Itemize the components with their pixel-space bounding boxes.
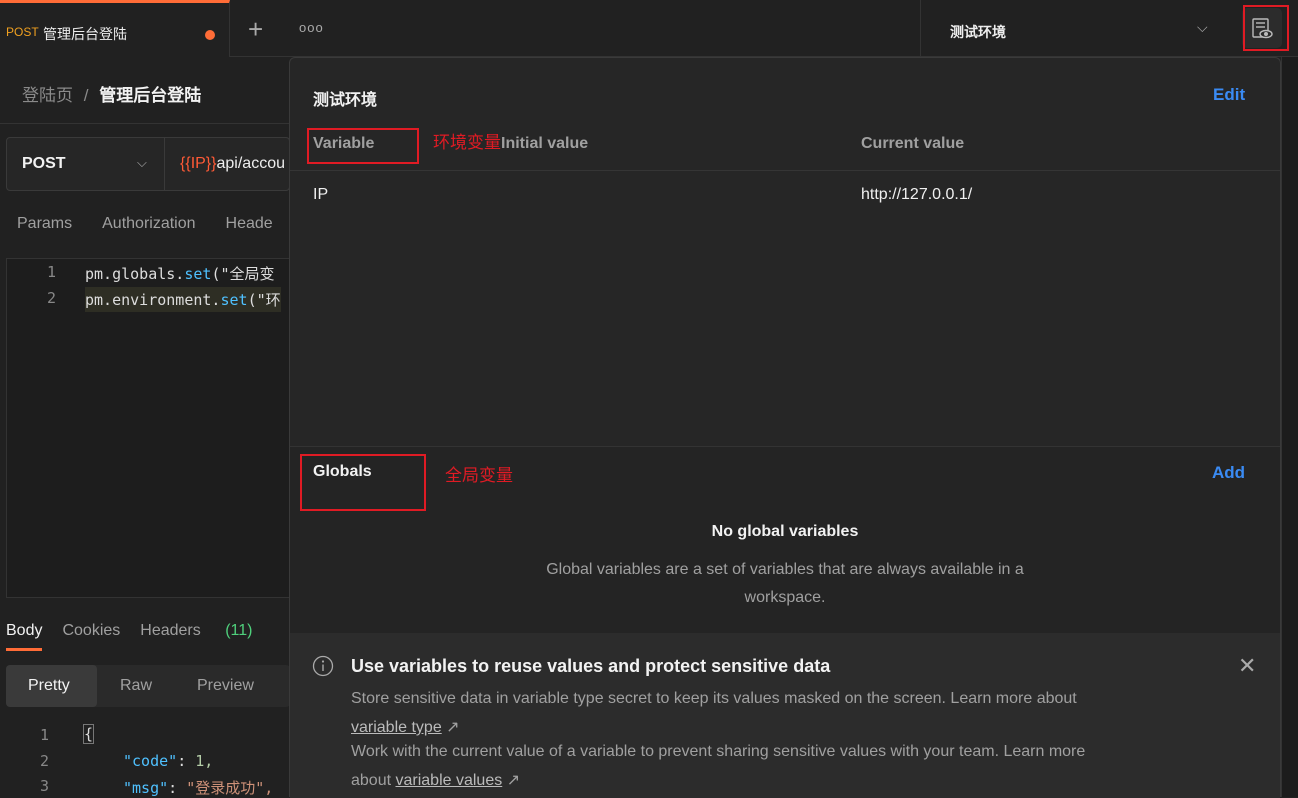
breadcrumb-current: 管理后台登陆 [99,86,202,105]
empty-title: No global variables [711,523,859,540]
code-args: ("全局变 [211,265,275,283]
unsaved-dot-icon [205,30,215,40]
json-key: "msg" [123,779,169,797]
variable-current: http://127.0.0.1/ [861,186,973,203]
code-line: "code": 1, [123,752,214,770]
request-tabs: Params Authorization Heade [17,215,303,233]
view-mode-toggle: Pretty Raw Preview [6,665,290,707]
annotation-box-globals [300,454,426,511]
line-number: 2 [40,752,50,770]
json-value: "登录成功", [186,779,274,797]
column-initial-value: Initial value [501,135,589,152]
annotation-box-eye [1243,5,1289,51]
method-select[interactable]: POST [22,155,66,173]
tab-cookies[interactable]: Cookies [62,622,120,639]
tab-name: 管理后台登陆 [43,26,127,42]
url-path: api/accou [216,155,286,172]
chevron-down-icon: ⌵ [1197,19,1208,35]
info-banner: Use variables to reuse values and protec… [290,633,1280,798]
variable-values-link[interactable]: variable values [396,772,503,789]
view-preview[interactable]: Preview [197,677,254,695]
edit-environment-link[interactable]: Edit [1213,85,1245,105]
url-variable: {{IP}} [180,155,217,172]
view-raw[interactable]: Raw [120,677,152,695]
script-editor[interactable]: 1 pm.globals.set("全局变 2 pm.environment.s… [6,258,290,598]
view-pretty[interactable]: Pretty [6,665,97,707]
environment-title: 测试环境 [313,92,378,109]
code-args: ("环 [247,291,281,309]
external-link-icon: ↗ [446,719,460,736]
json-key: "code" [123,752,178,770]
empty-desc-1: Global variables are a set of variables … [546,561,1024,578]
external-link-icon: ↗ [506,772,521,789]
code-line: { [83,724,95,744]
variable-type-link[interactable]: variable type [351,719,442,736]
info-line-2: Work with the current value of a variabl… [351,743,1086,760]
tab-authorization[interactable]: Authorization [102,215,195,232]
request-tab[interactable]: POST 管理后台登陆 [0,0,230,57]
tab-headers[interactable]: Headers (11) [140,622,272,639]
tab-method: POST [6,25,39,39]
breadcrumb-separator: / [83,86,89,105]
new-tab-plus-icon[interactable]: + [248,14,263,45]
response-tabs: BodyCookiesHeaders (11)Te [6,622,329,651]
headers-count: (11) [225,622,253,639]
tab-headers[interactable]: Heade [226,215,273,232]
breadcrumb-parent[interactable]: 登陆页 [22,86,73,105]
environment-name: 测试环境 [950,24,1006,40]
code-function: set [220,291,248,309]
response-body[interactable]: 1 { 2 "code": 1, 3 "msg": "登录成功", [0,722,290,797]
code-line: "msg": "登录成功", [123,779,274,797]
annotation-env-var: 环境变量 [433,133,501,152]
info-title: Use variables to reuse values and protec… [351,656,831,676]
code-object: pm.environment. [85,291,221,309]
environment-quick-look-popover: 测试环境 Edit Variable Initial value Current… [289,57,1281,798]
column-current-value: Current value [861,135,965,152]
info-icon [312,655,334,677]
environment-selector[interactable]: 测试环境 ⌵ [920,0,1238,57]
tab-body[interactable]: Body [6,622,43,651]
annotation-global-var: 全局变量 [445,466,513,485]
line-number: 1 [40,726,50,744]
line-number: 3 [40,777,50,795]
annotation-box-variable [307,128,419,164]
breadcrumb: 登陆页 / 管理后台登陆 [22,81,201,106]
divider [164,138,165,190]
divider [0,123,290,124]
add-global-link[interactable]: Add [1212,463,1245,483]
json-value: 1, [195,752,214,770]
right-panel-edge [1281,57,1298,797]
tab-params[interactable]: Params [17,215,72,232]
empty-desc-2: workspace. [744,589,826,606]
request-url-bar: POST ⌵ {{IP}}api/accou [6,137,290,191]
url-input[interactable]: {{IP}}api/accou [180,155,285,173]
variable-name: IP [313,186,329,203]
code-object: pm.globals. [85,265,185,283]
info-line-3: about [351,772,392,789]
close-icon[interactable]: ✕ [1238,653,1256,679]
code-line: pm.globals.set("全局变 [85,263,275,284]
chevron-down-icon[interactable]: ⌵ [137,155,147,171]
line-number: 2 [47,289,57,307]
divider [290,170,1280,171]
tab-headers-label: Headers [140,622,201,639]
globals-section: Globals Add 全局变量 No global variables Glo… [290,446,1280,633]
code-function: set [184,265,212,283]
line-number: 1 [47,263,57,281]
code-line: pm.environment.set("环 [85,287,281,312]
info-line-1: Store sensitive data in variable type se… [351,690,1077,707]
more-tabs-icon[interactable]: ooo [299,20,324,35]
